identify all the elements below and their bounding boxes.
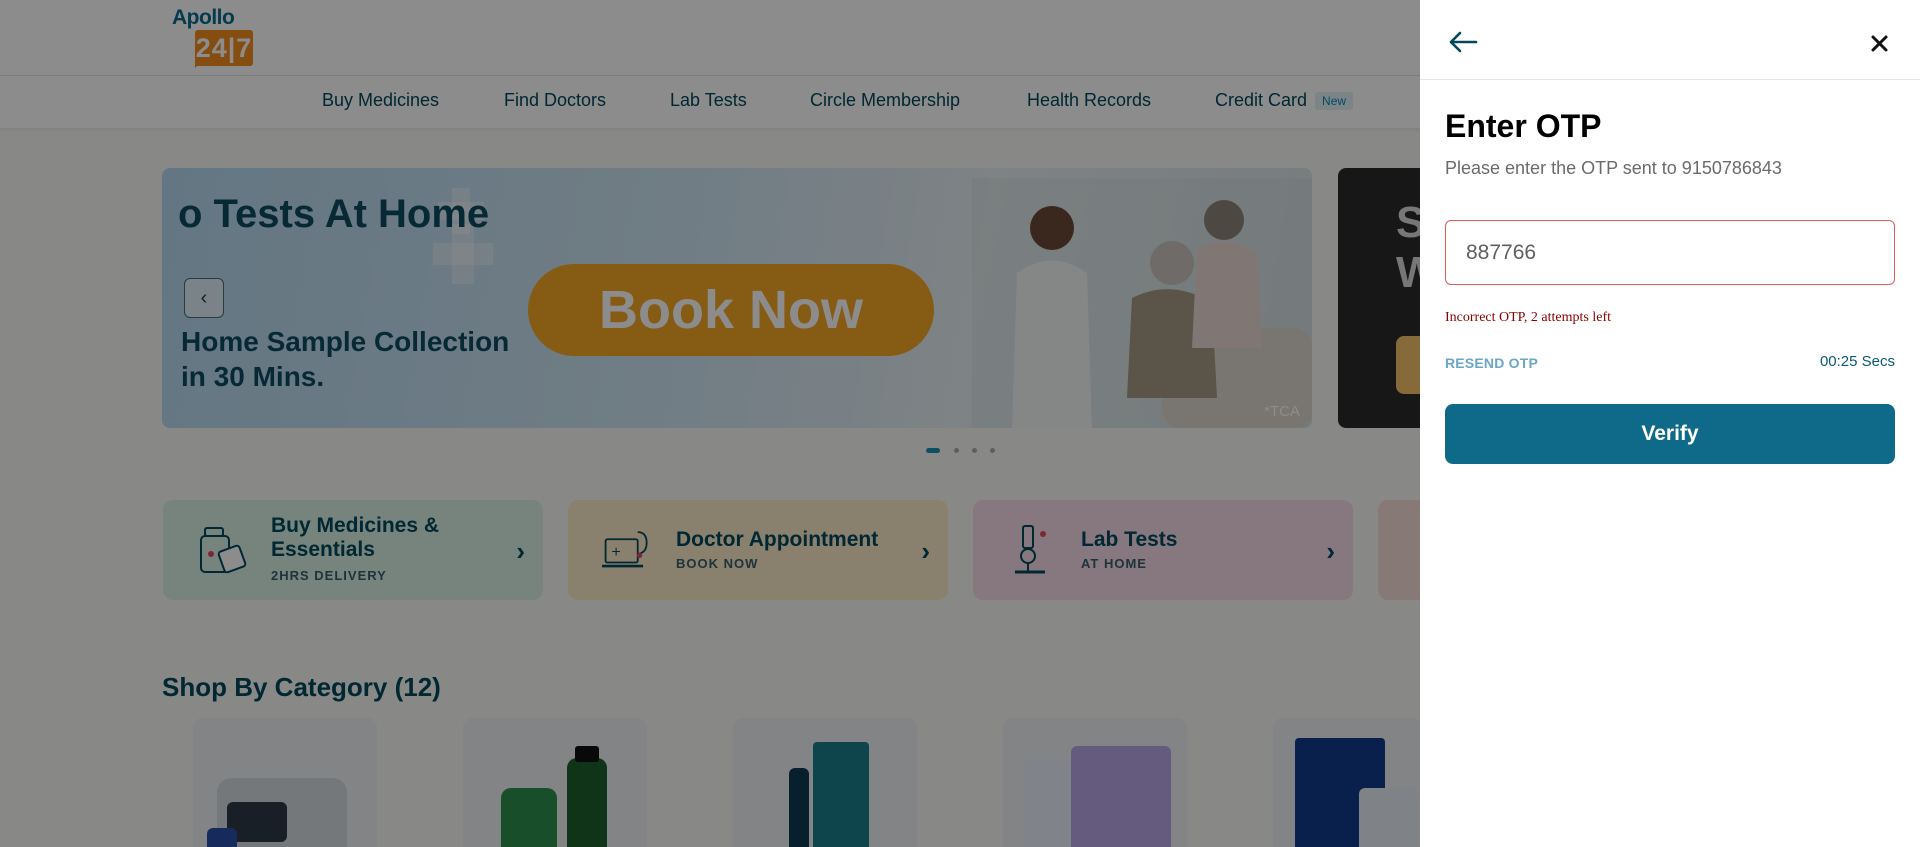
- otp-error-message: Incorrect OTP, 2 attempts left: [1445, 310, 1612, 325]
- otp-input[interactable]: [1445, 220, 1895, 285]
- close-icon[interactable]: [1864, 28, 1894, 58]
- verify-button[interactable]: Verify: [1445, 404, 1895, 464]
- resend-timer: 00:25 Secs: [1819, 353, 1895, 370]
- otp-panel-header: [1420, 0, 1920, 80]
- otp-description: Please enter the OTP sent to 9150786843: [1445, 158, 1782, 178]
- resend-otp-link[interactable]: RESEND OTP: [1445, 355, 1538, 371]
- arrow-left-icon[interactable]: [1446, 24, 1480, 58]
- otp-panel: Enter OTP Please enter the OTP sent to 9…: [1420, 0, 1920, 847]
- otp-title: Enter OTP: [1445, 108, 1602, 144]
- modal-backdrop[interactable]: [0, 0, 1420, 847]
